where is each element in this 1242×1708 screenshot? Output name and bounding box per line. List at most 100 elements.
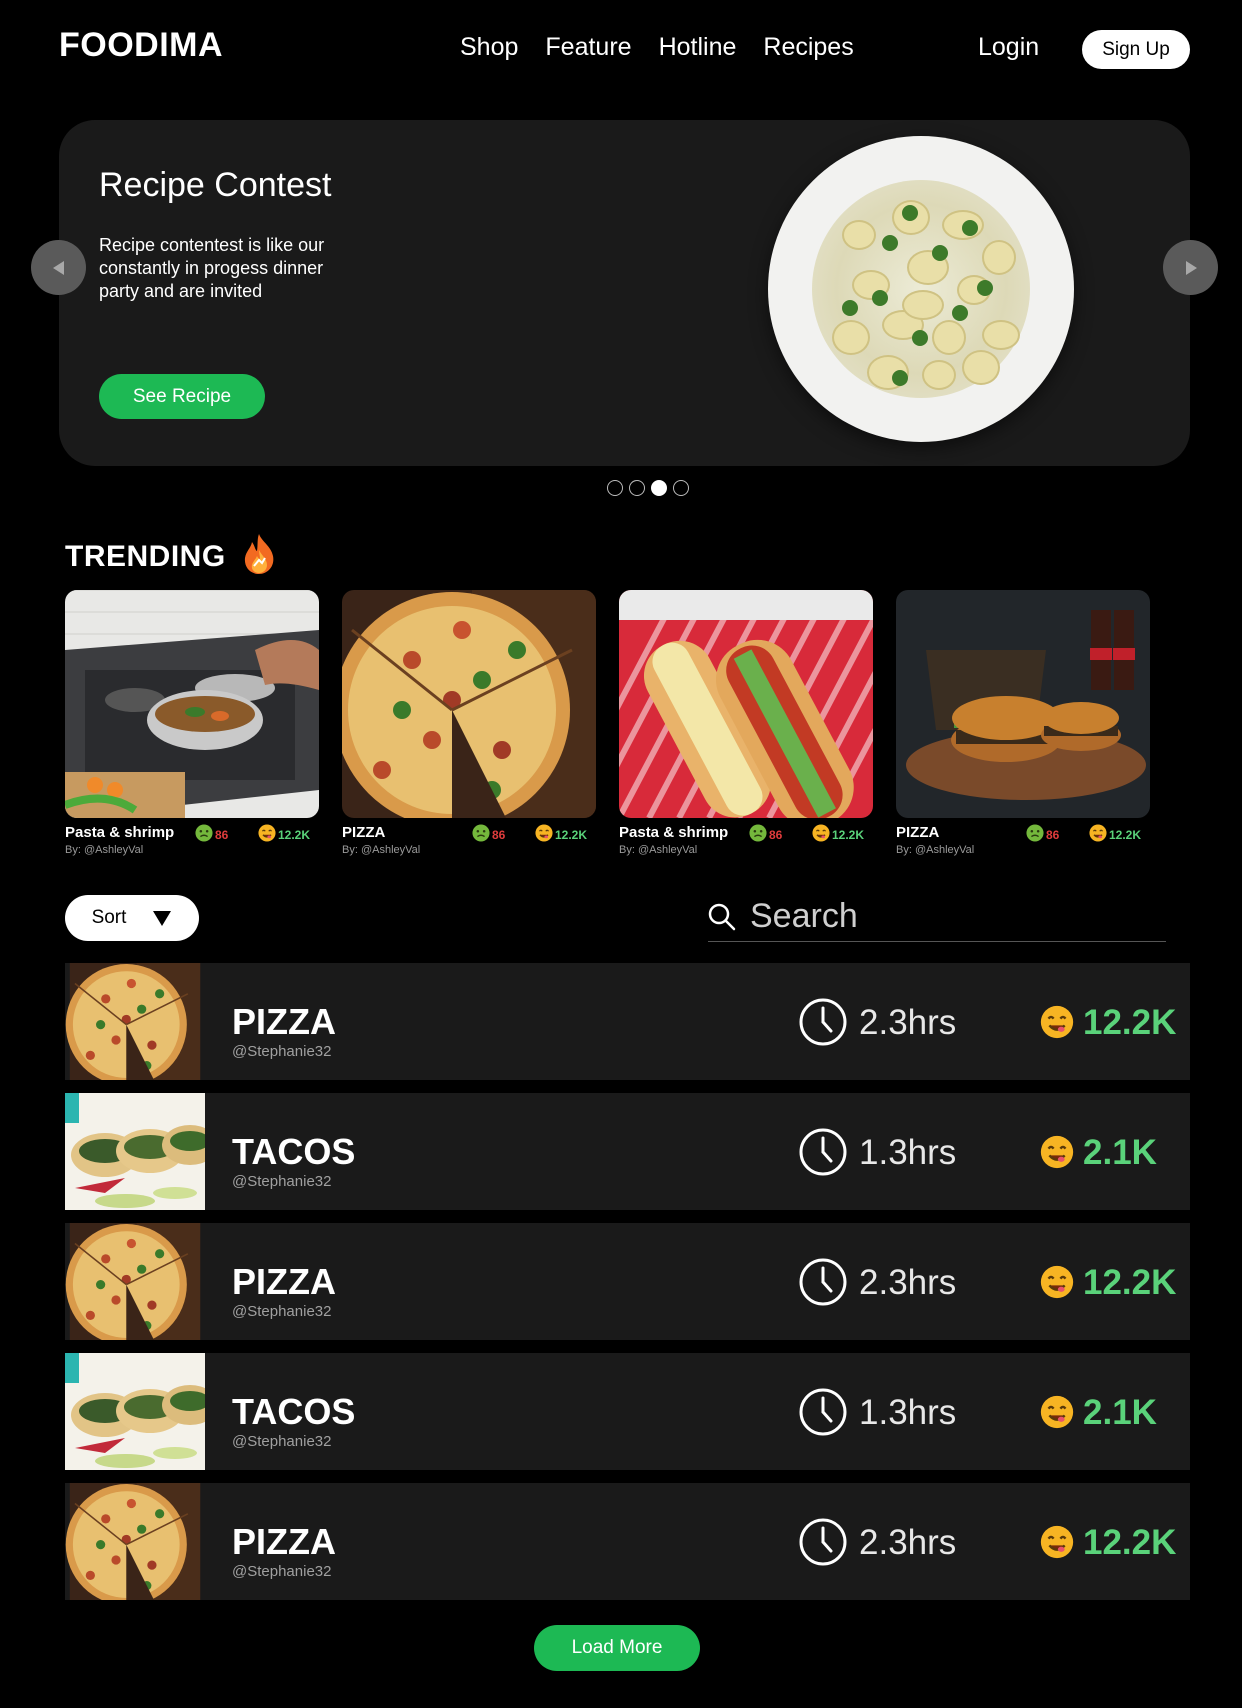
signup-button[interactable]: Sign Up bbox=[1082, 30, 1190, 69]
see-recipe-button[interactable]: See Recipe bbox=[99, 374, 265, 419]
recipe-author: @Stephanie32 bbox=[232, 1043, 332, 1060]
recipe-likes: 12.2K bbox=[1083, 1263, 1177, 1302]
clock-icon bbox=[799, 998, 847, 1046]
recipe-author: @Stephanie32 bbox=[232, 1303, 332, 1320]
yum-face-icon bbox=[1040, 1135, 1074, 1169]
trending-card[interactable]: Pasta & shrimp By: @AshleyVal 86 12.2K bbox=[619, 590, 873, 856]
dislike-stat[interactable]: 86 bbox=[749, 824, 782, 845]
recipe-likes: 12.2K bbox=[1083, 1523, 1177, 1562]
trending-card[interactable]: Pasta & shrimp By: @AshleyVal 86 12.2K bbox=[65, 590, 319, 856]
yum-face-icon bbox=[1040, 1005, 1074, 1039]
search-bar bbox=[708, 892, 1166, 942]
recipe-row[interactable]: PIZZA @Stephanie32 2.3hrs 12.2K bbox=[65, 1483, 1190, 1600]
recipe-thumbnail bbox=[65, 1483, 205, 1600]
clock-icon bbox=[799, 1518, 847, 1566]
triangle-right-icon bbox=[1185, 260, 1197, 275]
like-count: 12.2K bbox=[278, 827, 311, 842]
login-link[interactable]: Login bbox=[978, 33, 1039, 62]
load-more-button[interactable]: Load More bbox=[534, 1625, 700, 1671]
nav-feature[interactable]: Feature bbox=[545, 33, 631, 62]
recipe-likes: 2.1K bbox=[1083, 1133, 1157, 1172]
recipe-author: @Stephanie32 bbox=[232, 1563, 332, 1580]
sort-label: Sort bbox=[91, 907, 127, 928]
dislike-count: 86 bbox=[492, 827, 506, 842]
clock-icon bbox=[799, 1388, 847, 1436]
carousel-dot-4[interactable] bbox=[673, 480, 689, 496]
recipe-time: 1.3hrs bbox=[859, 1133, 957, 1172]
yum-face-icon bbox=[1040, 1525, 1074, 1559]
carousel-dots bbox=[607, 480, 689, 496]
nav-recipes[interactable]: Recipes bbox=[763, 33, 853, 62]
sick-face-icon bbox=[1026, 824, 1044, 845]
tortellini-plate-image bbox=[768, 136, 1074, 442]
carousel-next-button[interactable] bbox=[1163, 240, 1218, 295]
clock-icon bbox=[799, 1258, 847, 1306]
dislike-count: 86 bbox=[1046, 827, 1060, 842]
carousel-dot-3[interactable] bbox=[651, 480, 667, 496]
recipe-row[interactable]: TACOS @Stephanie32 1.3hrs 2.1K bbox=[65, 1353, 1190, 1470]
trending-card-title: Pasta & shrimp bbox=[65, 824, 175, 841]
trending-card-image[interactable] bbox=[342, 590, 596, 818]
recipe-author: @Stephanie32 bbox=[232, 1173, 332, 1190]
yum-face-icon bbox=[1089, 824, 1107, 845]
dislike-stat[interactable]: 86 bbox=[1026, 824, 1059, 845]
sick-face-icon bbox=[472, 824, 490, 845]
recipe-time: 1.3hrs bbox=[859, 1393, 957, 1432]
like-stat[interactable]: 12.2K bbox=[535, 824, 587, 845]
like-count: 12.2K bbox=[1109, 827, 1142, 842]
nav-shop[interactable]: Shop bbox=[460, 33, 518, 62]
trending-card-title: Pasta & shrimp bbox=[619, 824, 729, 841]
dislike-stat[interactable]: 86 bbox=[195, 824, 228, 845]
like-stat[interactable]: 12.2K bbox=[812, 824, 864, 845]
recipe-row[interactable]: TACOS @Stephanie32 1.3hrs 2.1K bbox=[65, 1093, 1190, 1210]
carousel-dot-1[interactable] bbox=[607, 480, 623, 496]
trending-card-title: PIZZA bbox=[896, 824, 940, 841]
logo[interactable]: FOODIMA bbox=[59, 26, 223, 65]
carousel-dot-2[interactable] bbox=[629, 480, 645, 496]
sick-face-icon bbox=[195, 824, 213, 845]
yum-face-icon bbox=[535, 824, 553, 845]
sort-dropdown[interactable]: Sort bbox=[65, 895, 199, 941]
recipe-name: PIZZA bbox=[232, 1001, 336, 1042]
recipe-time: 2.3hrs bbox=[859, 1523, 957, 1562]
recipe-row[interactable]: PIZZA @Stephanie32 2.3hrs 12.2K bbox=[65, 963, 1190, 1080]
like-count: 12.2K bbox=[555, 827, 588, 842]
triangle-down-icon bbox=[153, 911, 172, 926]
trending-card[interactable]: PIZZA By: @AshleyVal 86 12.2K bbox=[342, 590, 596, 856]
trending-card-author: By: @AshleyVal bbox=[342, 844, 421, 856]
sick-face-icon bbox=[749, 824, 767, 845]
trending-card-image[interactable] bbox=[65, 590, 319, 818]
trending-card-image[interactable] bbox=[896, 590, 1150, 818]
trending-card-author: By: @AshleyVal bbox=[65, 844, 144, 856]
trending-card-image[interactable] bbox=[619, 590, 873, 818]
dislike-stat[interactable]: 86 bbox=[472, 824, 505, 845]
recipe-name: PIZZA bbox=[232, 1521, 336, 1562]
recipe-row[interactable]: PIZZA @Stephanie32 2.3hrs 12.2K bbox=[65, 1223, 1190, 1340]
nav-hotline[interactable]: Hotline bbox=[659, 33, 737, 62]
carousel-prev-button[interactable] bbox=[31, 240, 86, 295]
recipe-likes: 2.1K bbox=[1083, 1393, 1157, 1432]
hero-description: Recipe contentest is like our constantly… bbox=[99, 235, 325, 301]
yum-face-icon bbox=[1040, 1265, 1074, 1299]
like-count: 12.2K bbox=[832, 827, 865, 842]
hero-banner: Recipe Contest Recipe contentest is like… bbox=[59, 120, 1190, 466]
search-icon[interactable] bbox=[708, 903, 736, 931]
fire-icon bbox=[244, 534, 274, 574]
yum-face-icon bbox=[812, 824, 830, 845]
search-input[interactable] bbox=[750, 897, 1150, 936]
hero-title: Recipe Contest bbox=[99, 166, 332, 204]
yum-face-icon bbox=[1040, 1395, 1074, 1429]
recipe-thumbnail bbox=[65, 1353, 205, 1470]
trending-card-title: PIZZA bbox=[342, 824, 386, 841]
recipe-thumbnail bbox=[65, 1223, 205, 1340]
like-stat[interactable]: 12.2K bbox=[1089, 824, 1141, 845]
yum-face-icon bbox=[258, 824, 276, 845]
like-stat[interactable]: 12.2K bbox=[258, 824, 310, 845]
trending-title: TRENDING bbox=[65, 540, 226, 573]
trending-card[interactable]: PIZZA By: @AshleyVal 86 12.2K bbox=[896, 590, 1150, 856]
dislike-count: 86 bbox=[769, 827, 783, 842]
main-nav: Shop Feature Hotline Recipes bbox=[460, 33, 854, 62]
recipe-name: TACOS bbox=[232, 1131, 356, 1172]
recipe-name: TACOS bbox=[232, 1391, 356, 1432]
clock-icon bbox=[799, 1128, 847, 1176]
